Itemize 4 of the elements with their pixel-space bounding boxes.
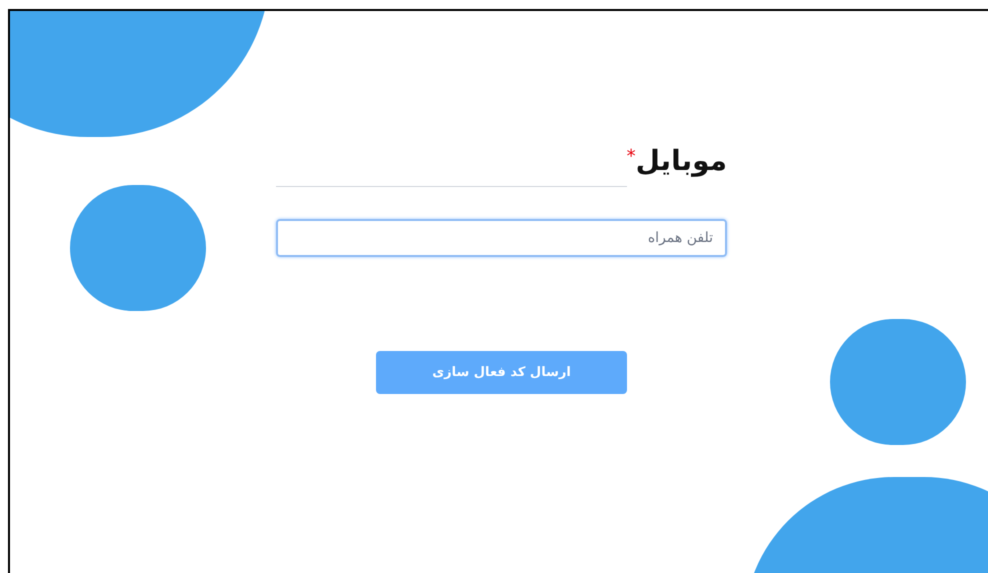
required-mark: * <box>626 145 636 169</box>
phone-input-field[interactable]: تلفن همراه <box>276 219 727 257</box>
field-label: موبایل <box>636 143 727 179</box>
send-activation-code-button[interactable]: ارسال کد فعال سازی <box>376 351 627 394</box>
